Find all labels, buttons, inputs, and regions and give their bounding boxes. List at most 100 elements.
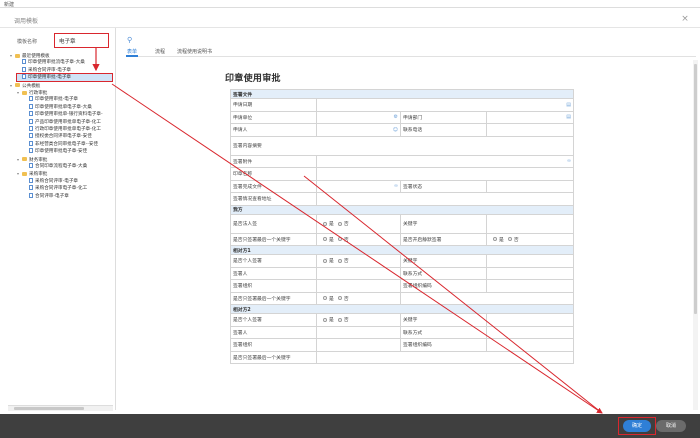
folder-icon (22, 157, 27, 162)
tree-folder[interactable]: ▾ 财务审批 (17, 156, 112, 163)
radio-no[interactable] (507, 237, 512, 242)
applicant-field[interactable]: ☺ (316, 123, 401, 137)
radio-no-label: 否 (343, 237, 349, 243)
label-org-code: 签署组织编码 (400, 338, 487, 352)
tree-item[interactable]: 产品印章使用审批单电子章-化工 (24, 118, 112, 126)
tree-item-label: 最近使用模板 (22, 54, 50, 59)
paperclip-icon[interactable]: ∞ (567, 158, 571, 164)
keyword-field[interactable] (485, 254, 575, 268)
radio-yes-label: 是 (329, 318, 334, 324)
radio-yes[interactable] (323, 317, 327, 322)
tree-item[interactable]: 合同印章流程电子章-大桑 (24, 163, 112, 170)
radio-no[interactable] (337, 237, 342, 242)
document-icon (29, 118, 33, 124)
last-keyword-radio-group[interactable] (315, 350, 575, 364)
radio-yes-label: 是 (329, 259, 334, 265)
radio-yes[interactable] (323, 221, 327, 226)
seal-name-field[interactable] (315, 167, 575, 181)
sign-org-field[interactable] (316, 338, 401, 352)
tree-item[interactable]: 印章使用审批流电子章-大桑 (17, 59, 112, 66)
tree-item[interactable]: 非经营类合同审批电子章--安佳 (24, 140, 112, 148)
apply-date-field[interactable]: ▤ (315, 98, 575, 112)
tree-item[interactable]: 采购合同评审电子章-化工 (24, 185, 112, 192)
radio-no-label: 否 (343, 318, 349, 324)
window-titlebar: 新建 (0, 0, 700, 8)
org-picker-icon[interactable]: ⚙ (394, 114, 398, 120)
document-icon (29, 148, 33, 154)
empty-cell (399, 291, 575, 305)
document-icon (29, 103, 33, 109)
last-keyword-radio-group[interactable]: 是否 (316, 291, 401, 305)
tree-item[interactable]: 印章使用审批电子章-安佳 (24, 148, 112, 155)
form-title: 印章使用审批 (225, 74, 281, 84)
contact-field[interactable] (485, 325, 575, 339)
search-icon[interactable]: ⚲ (127, 36, 132, 44)
radio-yes[interactable] (323, 296, 327, 301)
tree-item[interactable]: 行政印章使用审批单电子章-化工 (24, 126, 112, 133)
paperclip-icon[interactable]: ∞ (394, 183, 398, 189)
form-vertical-scrollbar[interactable] (693, 60, 698, 410)
personal-radio-group[interactable]: 是否 (316, 313, 401, 327)
tree-folder[interactable]: ▾ 采购审批 (17, 170, 112, 177)
calendar-icon[interactable]: ▤ (566, 102, 571, 108)
tree-folder[interactable]: ▾ 最近使用模板 (10, 52, 112, 59)
keyword-field[interactable] (485, 213, 575, 234)
tree-folder[interactable]: ▾ 行政审批 (17, 89, 112, 96)
tree-horizontal-scrollbar[interactable] (8, 405, 113, 411)
signer-field[interactable] (316, 266, 401, 280)
search-input[interactable]: 电子章 (54, 33, 109, 48)
phone-field[interactable] (485, 123, 575, 137)
tab-form[interactable]: 表单 (127, 48, 137, 55)
content-summary-field[interactable]: 签署内容摘要 (229, 135, 575, 156)
view-address-field[interactable] (315, 192, 575, 206)
document-icon (22, 66, 26, 72)
user-picker-icon[interactable]: ☺ (393, 127, 398, 133)
label-phone: 联系电话 (400, 123, 487, 137)
radio-no[interactable] (337, 296, 342, 301)
dept-picker-icon[interactable]: ▤ (566, 114, 571, 120)
document-icon (22, 59, 26, 65)
apply-dept-field[interactable]: ▤ (485, 110, 575, 124)
tree-item[interactable]: 采购合同评审-电子章 (24, 177, 112, 185)
label-sign-org: 签署组织 (230, 338, 317, 352)
tree-item[interactable]: 采购合同评审-电子章 (17, 66, 112, 74)
tree-item[interactable]: 合同评审-电子章 (24, 192, 112, 200)
tab-flow[interactable]: 流程 (155, 48, 165, 55)
keyword-field[interactable] (485, 313, 575, 327)
legal-sign-radio-group[interactable]: 是否 (316, 213, 401, 234)
close-icon[interactable]: × (680, 14, 690, 24)
org-code-field[interactable] (485, 338, 575, 352)
label-view-address: 签署情况查看地址 (230, 192, 317, 206)
auto-sign-radio-group[interactable]: 是否 (485, 232, 575, 246)
tree-item-label: 采购合同评审-电子章 (28, 67, 72, 73)
radio-yes[interactable] (323, 258, 327, 263)
tree-item[interactable]: 印章使用审批-电子章 (24, 96, 112, 103)
tree-item[interactable]: 印章使用审批单-银行资料电子章- (24, 111, 112, 118)
folder-icon (22, 171, 27, 176)
radio-no[interactable] (337, 317, 342, 322)
org-code-field[interactable] (485, 279, 575, 293)
tree-item[interactable]: 印章使用审批单电子章-大桑 (24, 103, 112, 111)
ok-button[interactable]: 确定 (623, 420, 651, 432)
cancel-button[interactable]: 取消 (656, 420, 686, 432)
signer-field[interactable] (316, 325, 401, 339)
window-title: 新建 (4, 2, 15, 8)
radio-no[interactable] (337, 221, 342, 226)
contact-field[interactable] (485, 266, 575, 280)
sign-attachment-field[interactable]: ∞ (315, 154, 575, 168)
tree-item[interactable]: 印章使用审批-电子章 (16, 73, 113, 83)
sign-status-field[interactable] (485, 179, 575, 193)
label-is-personal: 是否个人签署 (230, 254, 317, 268)
tab-flow-manual[interactable]: 流程使用说明书 (177, 48, 212, 55)
tree-item[interactable]: 授权委合同评审电子章-安佳 (24, 133, 112, 140)
document-icon (29, 133, 33, 139)
radio-yes[interactable] (323, 237, 327, 242)
sign-org-field[interactable] (316, 279, 401, 293)
apply-unit-field[interactable]: ⚙ (316, 110, 401, 124)
completed-file-field[interactable]: ∞ (316, 179, 401, 193)
tree-folder[interactable]: ▾ 公共模板 (10, 82, 112, 89)
personal-radio-group[interactable]: 是否 (316, 254, 401, 268)
radio-yes[interactable] (493, 237, 497, 242)
last-keyword-radio-group[interactable]: 是否 (316, 232, 401, 246)
radio-no[interactable] (337, 258, 342, 263)
